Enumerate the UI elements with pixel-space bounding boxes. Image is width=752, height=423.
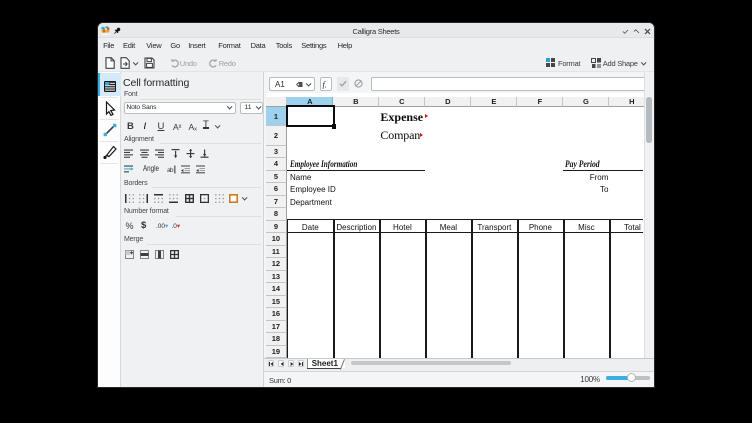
- svg-text:ab: ab: [167, 167, 174, 174]
